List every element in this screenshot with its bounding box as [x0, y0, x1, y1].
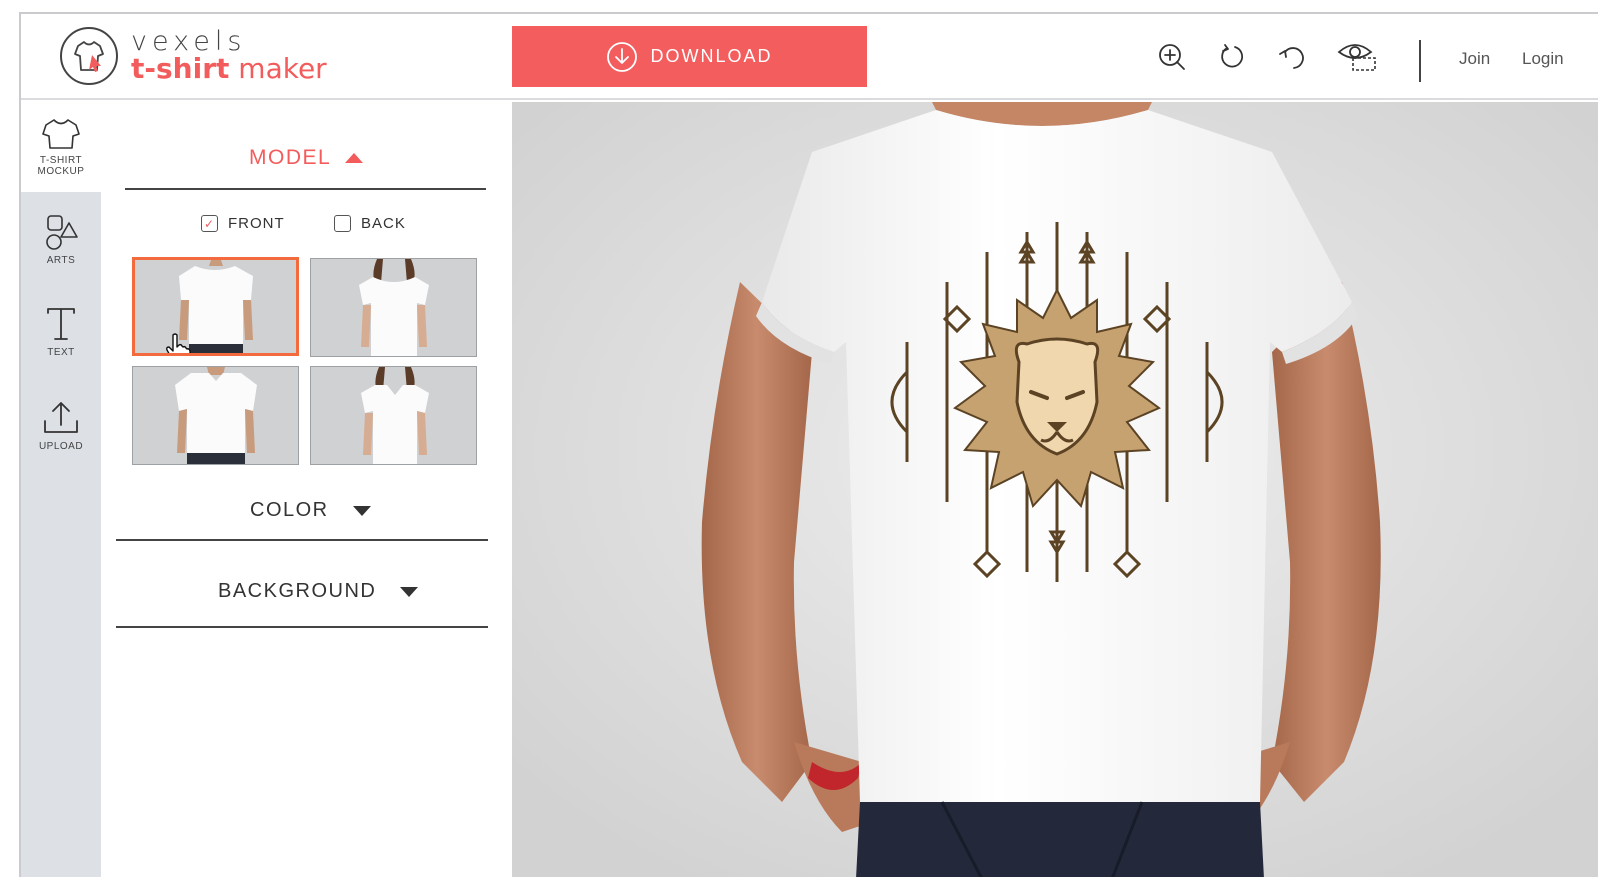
- front-option[interactable]: ✓ FRONT: [201, 215, 285, 232]
- brand-product-bold: t-shirt: [131, 52, 230, 85]
- preview-eye-icon: [1337, 44, 1376, 71]
- login-link[interactable]: Login: [1522, 49, 1564, 69]
- tshirt-mockup-preview: [512, 102, 1598, 877]
- download-button[interactable]: DOWNLOAD: [512, 26, 867, 87]
- rail-label-upload: UPLOAD: [38, 440, 84, 452]
- chevron-up-icon: [345, 153, 364, 163]
- zoom-in-button[interactable]: [1157, 42, 1187, 72]
- chevron-down-icon: [400, 586, 419, 597]
- model-thumb-male-round[interactable]: [132, 257, 299, 356]
- toolbar: [1157, 42, 1377, 72]
- app-frame: vexels t-shirt maker DOWNLOAD Join Login…: [19, 12, 1598, 877]
- rail-item-text[interactable]: TEXT: [21, 286, 101, 376]
- back-label: BACK: [361, 215, 406, 232]
- join-link[interactable]: Join: [1459, 49, 1490, 69]
- model-divider: [125, 188, 486, 190]
- model-thumb-female-round[interactable]: [310, 258, 477, 357]
- rail-item-tshirt-mockup[interactable]: T-SHIRT MOCKUP: [21, 102, 101, 192]
- chevron-down-icon: [352, 505, 371, 516]
- zoom-in-icon: [1159, 44, 1185, 70]
- brand-product-light: maker: [229, 52, 327, 85]
- background-section-title: BACKGROUND: [218, 580, 377, 602]
- female-model-alt-image: [311, 367, 476, 464]
- model-thumb-female-v[interactable]: [310, 366, 477, 465]
- rotate-right-icon: [1221, 44, 1244, 68]
- header-divider: [1419, 40, 1421, 82]
- male-model-alt-image: [133, 367, 298, 464]
- rail-item-upload[interactable]: UPLOAD: [21, 380, 101, 470]
- color-section-title: COLOR: [250, 499, 329, 521]
- options-panel: MODEL ✓ FRONT BACK COLOR BACKGROUND: [101, 102, 512, 877]
- front-label: FRONT: [228, 215, 285, 232]
- tool-rail: T-SHIRT MOCKUP ARTS TEXT UPLOAD: [21, 102, 101, 877]
- rail-label-arts: ARTS: [46, 254, 76, 266]
- background-section-header[interactable]: BACKGROUND: [218, 580, 419, 603]
- female-model-image: [311, 259, 476, 356]
- text-icon: [47, 307, 75, 340]
- download-label: DOWNLOAD: [650, 46, 773, 66]
- tshirt-icon: [42, 119, 80, 149]
- download-icon: [607, 41, 638, 72]
- back-checkbox[interactable]: [334, 215, 351, 232]
- brand-product: t-shirt maker: [131, 52, 327, 85]
- rotate-button[interactable]: [1217, 42, 1247, 72]
- shapes-icon: [46, 214, 78, 250]
- hand-cursor-icon: [166, 333, 191, 353]
- model-thumb-male-v[interactable]: [132, 366, 299, 465]
- rail-item-arts[interactable]: ARTS: [21, 194, 101, 284]
- color-section-header[interactable]: COLOR: [250, 499, 371, 522]
- vexels-logo-icon[interactable]: [59, 26, 119, 86]
- undo-icon: [1279, 47, 1304, 69]
- male-model-image: [135, 260, 296, 353]
- upload-icon: [44, 401, 78, 433]
- model-section-title: MODEL: [249, 146, 332, 169]
- rail-label-text: TEXT: [47, 346, 75, 358]
- top-header: vexels t-shirt maker DOWNLOAD Join Login: [21, 14, 1598, 100]
- preview-button[interactable]: [1337, 42, 1377, 72]
- undo-button[interactable]: [1277, 42, 1307, 72]
- rail-label-tshirt-mockup: T-SHIRT MOCKUP: [37, 155, 85, 177]
- back-option[interactable]: BACK: [334, 215, 406, 232]
- front-checkbox[interactable]: ✓: [201, 215, 218, 232]
- background-divider: [116, 626, 488, 628]
- model-section-header[interactable]: MODEL: [249, 146, 364, 170]
- mockup-canvas[interactable]: [512, 102, 1598, 877]
- color-divider: [116, 539, 488, 541]
